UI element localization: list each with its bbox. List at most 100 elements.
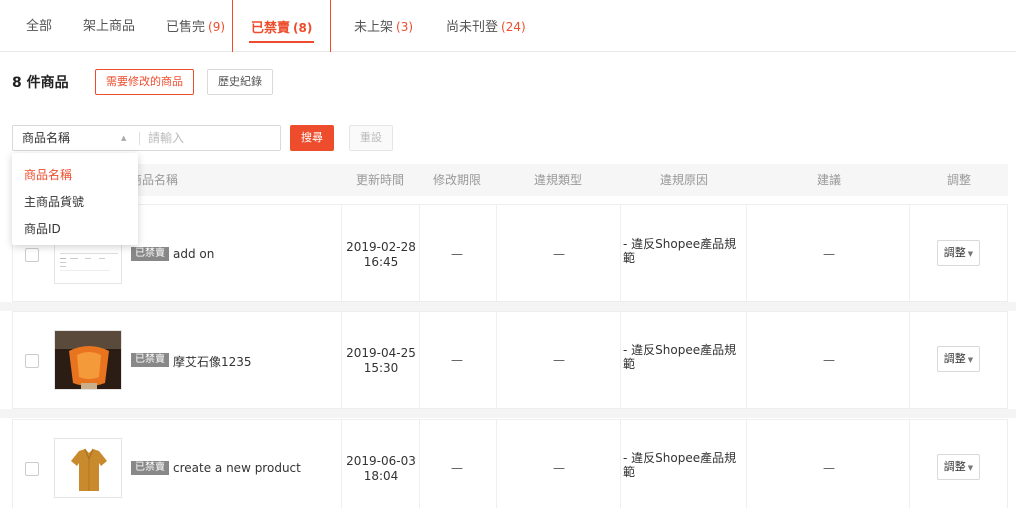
product-count: 8 件商品 bbox=[12, 75, 69, 91]
product-name[interactable]: create a new product bbox=[173, 461, 301, 475]
update-time: 2019-04-25 15:30 bbox=[343, 346, 419, 376]
status-tabs: 全部 架上商品 已售完 (9) 已禁賣 (8) 未上架 (3) 尚未刊登 (24) bbox=[0, 0, 1016, 56]
column-separator bbox=[419, 420, 420, 508]
table-row: 已禁賣 add on 2019-02-28 16:45 — — - 違反Shop… bbox=[0, 204, 1016, 311]
column-separator bbox=[746, 420, 747, 508]
column-separator bbox=[620, 205, 621, 301]
adjust-label: 調整 bbox=[943, 352, 966, 365]
tab-banned[interactable]: 已禁賣 (8) bbox=[232, 0, 332, 56]
caret-down-icon: ▼ bbox=[967, 464, 974, 472]
column-separator bbox=[909, 205, 910, 301]
violation-reason: - 違反Shopee產品規範 bbox=[623, 343, 737, 371]
header-update-time: 更新時間 bbox=[356, 173, 405, 187]
search-button[interactable]: 搜尋 bbox=[290, 125, 334, 151]
column-separator bbox=[746, 205, 747, 301]
adjust-label: 調整 bbox=[943, 460, 966, 473]
column-separator bbox=[341, 312, 342, 408]
product-thumbnail bbox=[54, 330, 122, 390]
update-time: 2019-06-03 18:04 bbox=[343, 454, 419, 484]
column-separator bbox=[419, 312, 420, 408]
history-button[interactable]: 歷史紀錄 bbox=[207, 69, 273, 95]
update-date: 2019-06-03 bbox=[346, 454, 416, 468]
column-separator bbox=[496, 312, 497, 408]
adjust-button[interactable]: 調整 ▼ bbox=[937, 240, 980, 266]
update-date: 2019-02-28 bbox=[346, 240, 416, 254]
tab-label: 已售完 bbox=[166, 20, 206, 35]
tab-count: (24) bbox=[501, 20, 526, 34]
column-separator bbox=[496, 205, 497, 301]
update-time: 2019-02-28 16:45 bbox=[343, 240, 419, 270]
violation-type-value: — bbox=[553, 353, 565, 367]
dropdown-option-sku[interactable]: 主商品貨號 bbox=[24, 193, 84, 210]
search-bar: 商品名稱 ▲ bbox=[12, 125, 281, 151]
tab-count: (9) bbox=[208, 20, 226, 34]
suggestion-value: — bbox=[823, 247, 835, 261]
table-header: 商品名稱 更新時間 修改期限 違規類型 違規原因 建議 調整 bbox=[12, 164, 1008, 196]
column-separator bbox=[909, 420, 910, 508]
tab-live[interactable]: 架上商品 bbox=[83, 0, 135, 52]
caret-down-icon: ▼ bbox=[967, 356, 974, 364]
update-clock: 16:45 bbox=[363, 255, 399, 269]
violation-type-value: — bbox=[553, 461, 565, 475]
tab-unpublished[interactable]: 尚未刊登 (24) bbox=[446, 0, 526, 52]
tab-count: (8) bbox=[293, 21, 313, 35]
deadline-value: — bbox=[451, 247, 463, 261]
row-checkbox[interactable] bbox=[25, 354, 39, 368]
row-checkbox[interactable] bbox=[25, 248, 39, 262]
column-separator bbox=[620, 420, 621, 508]
tab-label: 架上商品 bbox=[83, 19, 136, 34]
status-badge: 已禁賣 bbox=[131, 461, 169, 475]
column-separator bbox=[620, 312, 621, 408]
deadline-value: — bbox=[451, 353, 463, 367]
tab-label: 已禁賣 bbox=[251, 21, 291, 36]
dropdown-option-product-name[interactable]: 商品名稱 bbox=[24, 166, 72, 183]
table-row: 已禁賣 create a new product 2019-06-03 18:0… bbox=[12, 419, 1008, 508]
tab-unlisted[interactable]: 未上架 (3) bbox=[354, 0, 413, 52]
update-clock: 18:04 bbox=[363, 469, 399, 483]
header-adjust: 調整 bbox=[947, 173, 972, 187]
deadline-value: — bbox=[451, 461, 463, 475]
search-field-dropdown: 商品名稱 主商品貨號 商品ID bbox=[12, 153, 138, 245]
divider bbox=[139, 132, 140, 145]
caret-up-icon[interactable]: ▲ bbox=[121, 126, 126, 150]
product-thumbnail bbox=[54, 438, 122, 498]
header-deadline: 修改期限 bbox=[433, 173, 482, 187]
tab-label: 尚未刊登 bbox=[446, 20, 499, 35]
suggestion-value: — bbox=[823, 461, 835, 475]
dropdown-option-product-id[interactable]: 商品ID bbox=[24, 220, 61, 237]
column-separator bbox=[341, 420, 342, 508]
adjust-button[interactable]: 調整 ▼ bbox=[937, 346, 980, 372]
need-modify-button[interactable]: 需要修改的商品 bbox=[95, 69, 194, 95]
column-separator bbox=[341, 205, 342, 301]
tab-sold-out[interactable]: 已售完 (9) bbox=[166, 0, 225, 52]
search-field-select[interactable]: 商品名稱 bbox=[22, 126, 70, 150]
tab-count: (3) bbox=[396, 20, 414, 34]
search-input[interactable] bbox=[148, 129, 273, 147]
update-clock: 15:30 bbox=[363, 361, 399, 375]
column-separator bbox=[496, 420, 497, 508]
row-checkbox[interactable] bbox=[25, 462, 39, 476]
adjust-button[interactable]: 調整 ▼ bbox=[937, 454, 980, 480]
product-name[interactable]: add on bbox=[173, 247, 214, 261]
header-violation-type: 違規類型 bbox=[534, 173, 583, 187]
violation-reason: - 違反Shopee產品規範 bbox=[623, 451, 737, 479]
header-violation-reason: 違規原因 bbox=[660, 173, 709, 187]
caret-down-icon: ▼ bbox=[967, 250, 974, 258]
suggestion-value: — bbox=[823, 353, 835, 367]
table-row: 已禁賣 摩艾石像1235 2019-04-25 15:30 — — - 違反Sh… bbox=[0, 311, 1016, 418]
status-badge: 已禁賣 bbox=[131, 247, 169, 261]
column-separator bbox=[419, 205, 420, 301]
header-suggestion: 建議 bbox=[817, 173, 842, 187]
status-badge: 已禁賣 bbox=[131, 353, 169, 367]
product-name[interactable]: 摩艾石像1235 bbox=[173, 353, 252, 370]
column-separator bbox=[746, 312, 747, 408]
tab-label: 全部 bbox=[26, 19, 53, 34]
reset-button[interactable]: 重設 bbox=[349, 125, 393, 151]
violation-type-value: — bbox=[553, 247, 565, 261]
violation-reason: - 違反Shopee產品規範 bbox=[623, 237, 737, 265]
product-panel: 8 件商品 需要修改的商品 歷史紀錄 商品名稱 ▲ 搜尋 重設 商品名稱 更新時… bbox=[0, 52, 1016, 508]
tab-label: 未上架 bbox=[354, 20, 394, 35]
adjust-label: 調整 bbox=[943, 246, 966, 259]
column-separator bbox=[909, 312, 910, 408]
tab-all[interactable]: 全部 bbox=[26, 0, 52, 52]
